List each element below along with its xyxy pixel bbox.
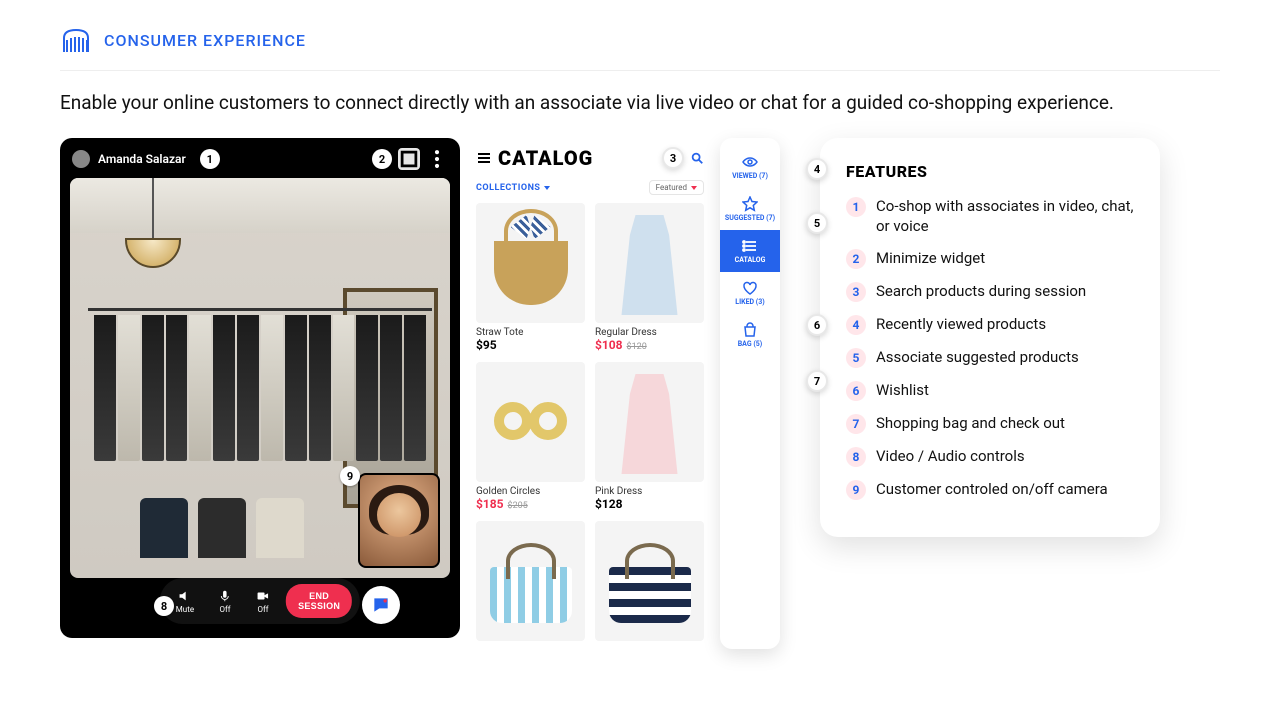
feature-text: Customer controled on/off camera [876,480,1108,500]
page-header: CONSUMER EXPERIENCE [60,24,1220,71]
feature-text: Search products during session [876,282,1086,302]
associate-identity: Amanda Salazar 1 [72,149,220,169]
feature-text: Recently viewed products [876,315,1046,335]
sort-label: Featured [656,183,687,192]
mic-toggle[interactable]: Off [210,587,240,616]
feature-text: Minimize widget [876,249,985,269]
feature-number: 2 [846,249,866,269]
feature-text: Wishlist [876,381,929,401]
product-card[interactable]: Pink Dress $128 [595,362,704,511]
callout-4: 4 [806,158,828,180]
feature-text: Co-shop with associates in video, chat, … [876,197,1134,236]
callout-6: 6 [806,314,828,336]
feature-number: 1 [846,197,866,217]
catalog-panel: CATALOG 3 COLLECTIONS Featured [460,138,720,649]
chevron-down-icon [691,186,697,190]
feature-number: 6 [846,381,866,401]
product-price: $128 [595,497,704,511]
product-price: $185$205 [476,497,585,511]
product-name: Pink Dress [595,486,704,497]
camera-toggle[interactable]: Off [248,587,278,616]
feature-item: 5 Associate suggested products [846,348,1134,368]
product-name: Golden Circles [476,486,585,497]
header-title: CONSUMER EXPERIENCE [104,31,306,50]
customer-self-video[interactable] [358,473,440,568]
page-subheading: Enable your online customers to connect … [60,91,1220,114]
feature-text: Shopping bag and check out [876,414,1065,434]
video-panel: Amanda Salazar 1 2 [60,138,460,638]
feature-item: 6 Wishlist [846,381,1134,401]
feature-item: 4 Recently viewed products [846,315,1134,335]
callout-2: 2 [372,149,392,169]
feature-item: 9 Customer controled on/off camera [846,480,1134,500]
product-card[interactable]: Golden Circles $185$205 [476,362,585,511]
feature-item: 8 Video / Audio controls [846,447,1134,467]
feature-item: 2 Minimize widget [846,249,1134,269]
features-card: FEATURES 1 Co-shop with associates in vid… [820,138,1160,537]
feature-number: 7 [846,414,866,434]
product-price: $108$120 [595,338,704,352]
feature-text: Video / Audio controls [876,447,1025,467]
feature-text: Associate suggested products [876,348,1079,368]
video-controls-bar: Mute Off Off END SESSION [160,578,360,624]
associate-avatar [72,150,90,168]
product-card[interactable] [595,521,704,641]
chat-toggle-button[interactable] [362,586,400,624]
feature-number: 4 [846,315,866,335]
minimize-icon[interactable] [398,148,420,170]
callout-3: 3 [662,147,684,169]
product-name: Regular Dress [595,327,704,338]
feature-item: 7 Shopping bag and check out [846,414,1134,434]
eye-icon [742,154,758,170]
rail-viewed[interactable]: VIEWED (7) [720,146,780,188]
feature-item: 1 Co-shop with associates in video, chat,… [846,197,1134,236]
menu-icon[interactable] [476,150,492,166]
feature-number: 8 [846,447,866,467]
product-card[interactable] [476,521,585,641]
more-menu-icon[interactable] [426,148,448,170]
rail-liked[interactable]: LIKED (3) [720,272,780,314]
feature-item: 3 Search products during session [846,282,1134,302]
list-icon [742,238,758,254]
collections-label: COLLECTIONS [476,183,540,193]
star-icon [742,196,758,212]
brand-logo-icon [60,24,92,56]
features-title: FEATURES [846,162,1134,181]
callout-7: 7 [806,370,828,392]
product-price: $95 [476,338,585,352]
end-session-button[interactable]: END SESSION [286,584,352,618]
side-rail: VIEWED (7) SUGGESTED (7) CATALOG LIKED (… [720,138,780,649]
callout-9: 9 [340,466,360,486]
callout-8: 8 [154,596,174,616]
search-icon[interactable] [690,151,704,165]
rail-suggested[interactable]: SUGGESTED (7) [720,188,780,230]
feature-number: 3 [846,282,866,302]
callout-1: 1 [200,149,220,169]
callout-5: 5 [806,212,828,234]
associate-name: Amanda Salazar [98,152,186,166]
catalog-title: CATALOG [498,146,593,170]
product-card[interactable]: Straw Tote $95 [476,203,585,352]
app-widget: Amanda Salazar 1 2 [60,138,780,649]
feature-number: 5 [846,348,866,368]
collections-dropdown[interactable]: COLLECTIONS [476,183,550,193]
rail-catalog[interactable]: CATALOG [720,230,780,272]
heart-icon [742,280,758,296]
product-card[interactable]: Regular Dress $108$120 [595,203,704,352]
bag-icon [742,322,758,338]
feature-number: 9 [846,480,866,500]
product-name: Straw Tote [476,327,585,338]
sort-dropdown[interactable]: Featured [649,180,704,195]
chevron-down-icon [544,186,550,190]
rail-bag[interactable]: BAG (5) [720,314,780,356]
